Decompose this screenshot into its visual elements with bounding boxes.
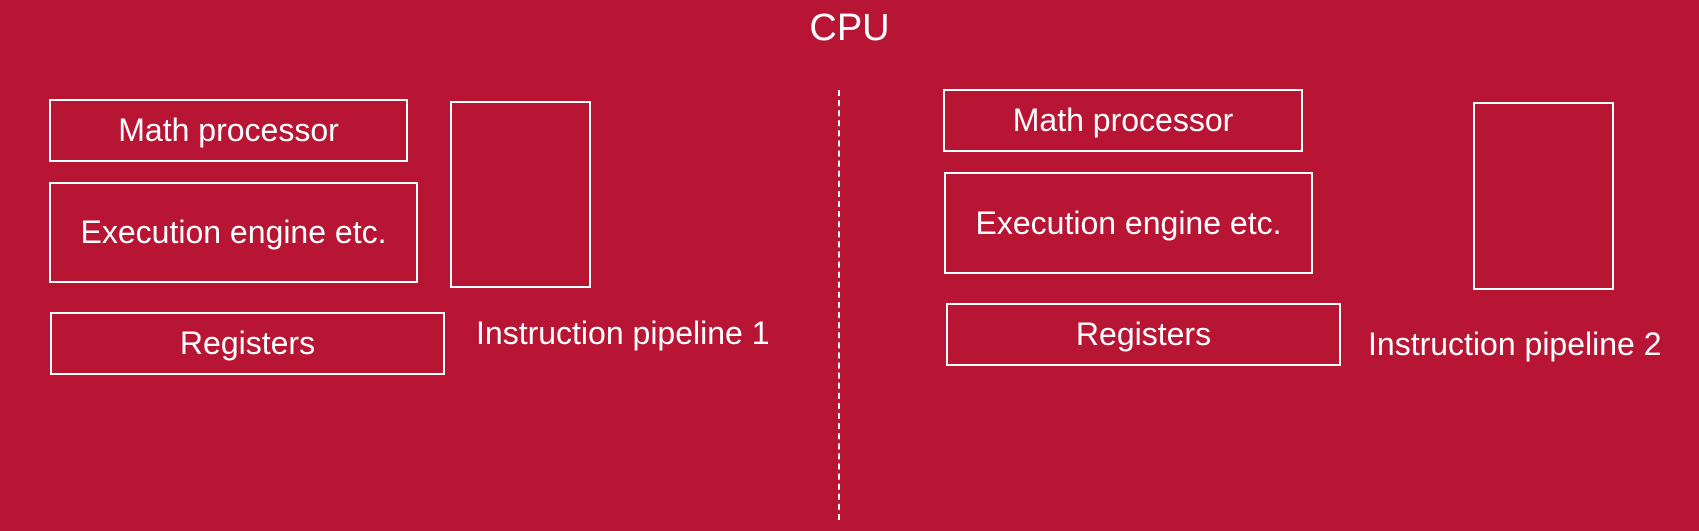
registers-label-2: Registers (1075, 316, 1212, 352)
core-divider-line (838, 90, 840, 520)
registers-box-2: Registers (946, 303, 1341, 366)
execution-engine-label-2: Execution engine etc. (975, 204, 1282, 241)
cpu-diagram: CPU Math processor Execution engine etc.… (0, 0, 1699, 531)
execution-engine-label-1: Execution engine etc. (80, 214, 387, 250)
math-processor-box-1: Math processor (49, 99, 408, 162)
instruction-pipeline-box-1 (450, 101, 591, 288)
math-processor-box-2: Math processor (943, 89, 1303, 152)
math-processor-label-1: Math processor (118, 112, 339, 148)
diagram-title: CPU (809, 7, 890, 49)
registers-box-1: Registers (50, 312, 445, 375)
math-processor-label-2: Math processor (1012, 102, 1234, 138)
execution-engine-box-2: Execution engine etc. (944, 172, 1313, 274)
execution-engine-box-1: Execution engine etc. (49, 182, 418, 283)
instruction-pipeline-label-1: Instruction pipeline 1 (476, 315, 770, 351)
instruction-pipeline-box-2 (1473, 102, 1614, 290)
registers-label-1: Registers (179, 325, 316, 361)
instruction-pipeline-label-2: Instruction pipeline 2 (1368, 326, 1662, 362)
